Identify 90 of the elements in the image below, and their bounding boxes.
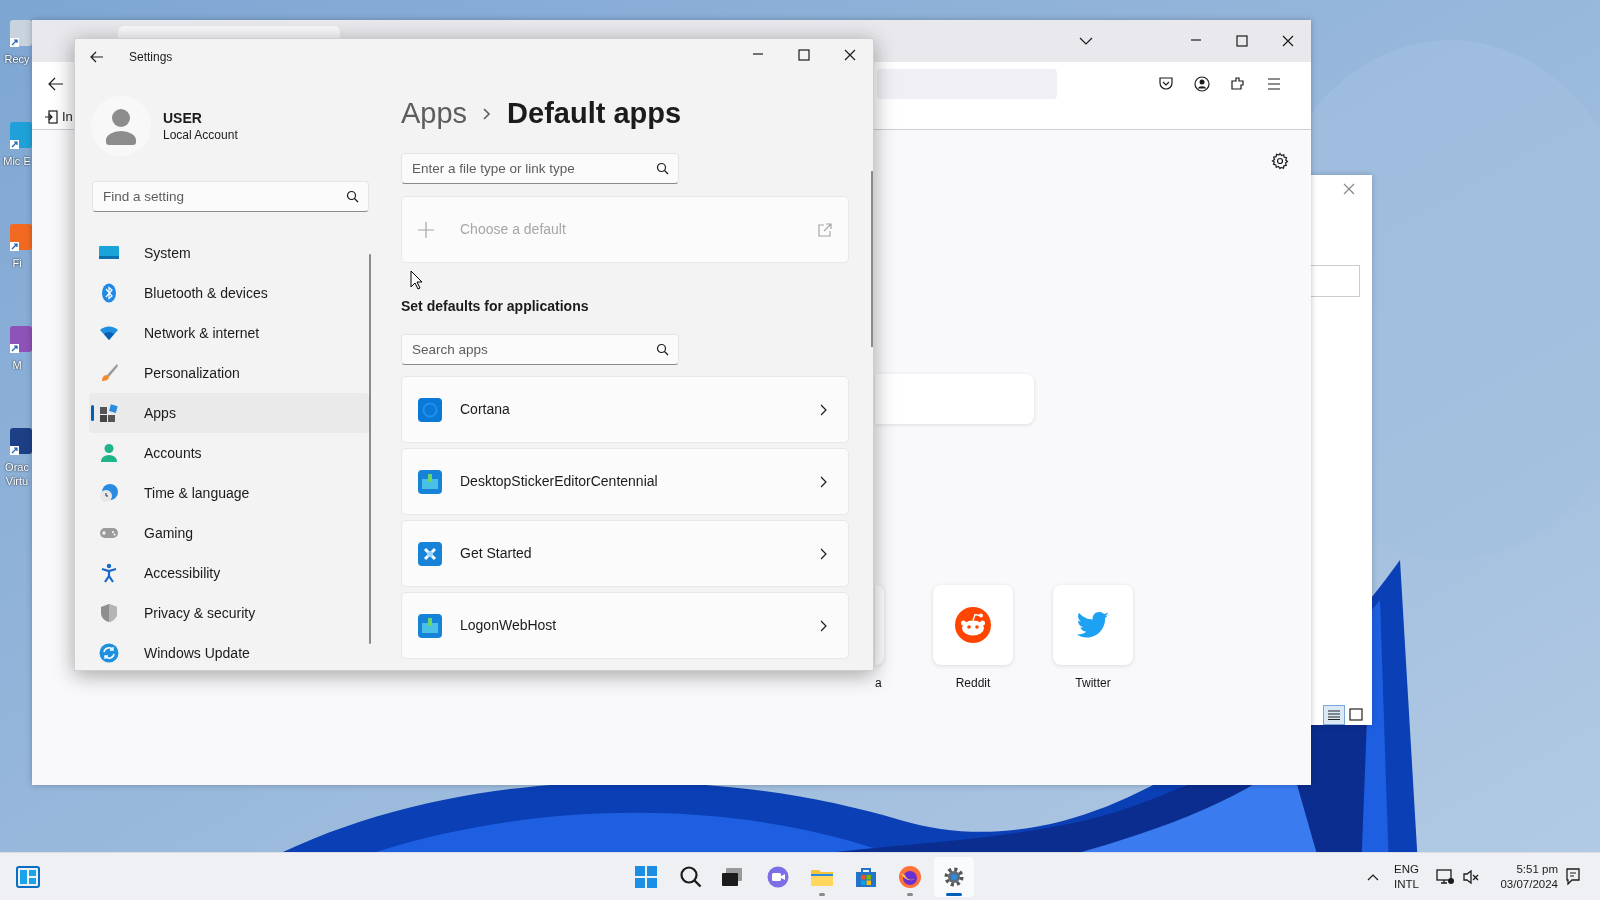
chevron-up-icon[interactable] — [1367, 873, 1379, 881]
nav-item[interactable]: Network & internet — [89, 313, 369, 353]
tray-app-icon — [418, 613, 442, 638]
chevron-right-icon — [483, 108, 492, 120]
search-icon — [346, 190, 359, 203]
chevron-down-icon[interactable] — [1079, 37, 1093, 45]
shortcut-label: Twitter — [1074, 675, 1112, 692]
window-icon[interactable] — [1349, 708, 1363, 722]
nav-item[interactable]: Gaming — [89, 513, 369, 553]
circle-app-icon — [418, 397, 442, 422]
plus-icon — [418, 221, 434, 238]
nav-item[interactable]: Bluetooth & devices — [89, 273, 369, 313]
nav-item[interactable]: Time & language — [89, 473, 369, 513]
refresh-icon — [99, 643, 119, 663]
chevron-right-icon — [820, 475, 828, 488]
person-icon — [99, 443, 119, 463]
icon-label: Mic E — [2, 154, 32, 168]
import-icon[interactable] — [44, 110, 58, 124]
nav-item[interactable]: Privacy & security — [89, 593, 369, 633]
pocket-icon[interactable] — [1157, 74, 1175, 93]
page-title: Default apps — [507, 96, 682, 132]
clock[interactable]: 5:51 pm 03/07/2024 — [1494, 853, 1558, 900]
bookmark-label: In — [62, 108, 73, 127]
store-icon — [854, 865, 878, 889]
network-icon[interactable] — [1436, 869, 1454, 885]
icon-label: Recy — [3, 52, 31, 66]
search-field[interactable]: Enter a file type or link type — [401, 153, 679, 184]
user-name: USER — [163, 109, 203, 127]
shortcut-tile[interactable] — [933, 585, 1013, 665]
app-row[interactable]: Get Started — [401, 520, 849, 587]
shield-icon — [99, 603, 119, 623]
task-view-icon — [720, 865, 744, 889]
chevron-right-icon — [820, 619, 828, 632]
nav-item[interactable]: Windows Update — [89, 633, 369, 670]
alien-face-icon — [953, 605, 993, 645]
video-chat-icon — [766, 865, 790, 889]
tray-app-icon — [418, 469, 442, 494]
external-link-icon — [818, 222, 832, 237]
list-view-button[interactable] — [1323, 705, 1345, 725]
app-row[interactable]: Cortana — [401, 376, 849, 443]
bluetooth-icon — [99, 283, 119, 303]
start-icon — [634, 865, 658, 889]
language-indicator[interactable]: ENG INTL — [1394, 853, 1419, 900]
shortcut-label: Reddit — [954, 675, 992, 692]
star-app-icon — [418, 541, 442, 566]
window-title: Settings — [129, 49, 173, 66]
nav-item[interactable]: Accounts — [89, 433, 369, 473]
back-arrow-icon[interactable] — [90, 51, 104, 63]
account-icon[interactable] — [1193, 74, 1211, 93]
app-row[interactable]: LogonWebHost — [401, 592, 849, 659]
puzzle-icon[interactable] — [1229, 74, 1247, 93]
shortcut-tile[interactable] — [875, 585, 884, 665]
gear-icon — [942, 865, 966, 889]
maximize-icon — [798, 49, 810, 61]
notification-icon[interactable] — [1565, 868, 1581, 886]
nav-item[interactable]: Personalization — [89, 353, 369, 393]
icon-label: M — [11, 358, 23, 372]
app-row[interactable]: DesktopStickerEditorCentennial — [401, 448, 849, 515]
widgets-icon[interactable] — [16, 866, 40, 888]
nav-item[interactable]: Apps — [89, 393, 369, 433]
search-field[interactable]: Search apps — [401, 334, 679, 365]
search-icon — [656, 162, 669, 175]
chevron-right-icon — [820, 403, 828, 416]
icon-label: Fi — [11, 256, 23, 270]
speaker-muted-icon[interactable] — [1462, 869, 1480, 885]
search-field[interactable]: Find a setting — [92, 181, 369, 212]
fox-globe-icon — [898, 865, 922, 889]
account-type: Local Account — [163, 127, 238, 143]
clock-globe-icon — [99, 483, 119, 503]
cursor-icon — [410, 270, 424, 290]
brush-icon — [99, 363, 119, 383]
close-icon[interactable] — [1343, 183, 1355, 195]
close-icon — [844, 49, 856, 61]
shortcut-label: a — [875, 675, 883, 692]
nav-item[interactable]: System — [89, 233, 369, 273]
close-icon — [1282, 35, 1294, 47]
search-icon — [679, 865, 703, 889]
accessibility-icon — [99, 563, 119, 583]
apps-icon — [99, 403, 119, 423]
settings-icon[interactable] — [1271, 152, 1289, 170]
chevron-right-icon — [820, 547, 828, 560]
shortcut-tile[interactable] — [1053, 585, 1133, 665]
section-title: Set defaults for applications — [401, 297, 590, 316]
taskbar-button[interactable] — [934, 857, 974, 897]
maximize-icon — [1236, 35, 1248, 47]
list-icon — [1328, 710, 1340, 720]
nav-item[interactable]: Accessibility — [89, 553, 369, 593]
search-icon — [656, 343, 669, 356]
icon-label: Orac Virtu — [4, 460, 30, 488]
back-arrow-icon[interactable] — [48, 76, 64, 91]
